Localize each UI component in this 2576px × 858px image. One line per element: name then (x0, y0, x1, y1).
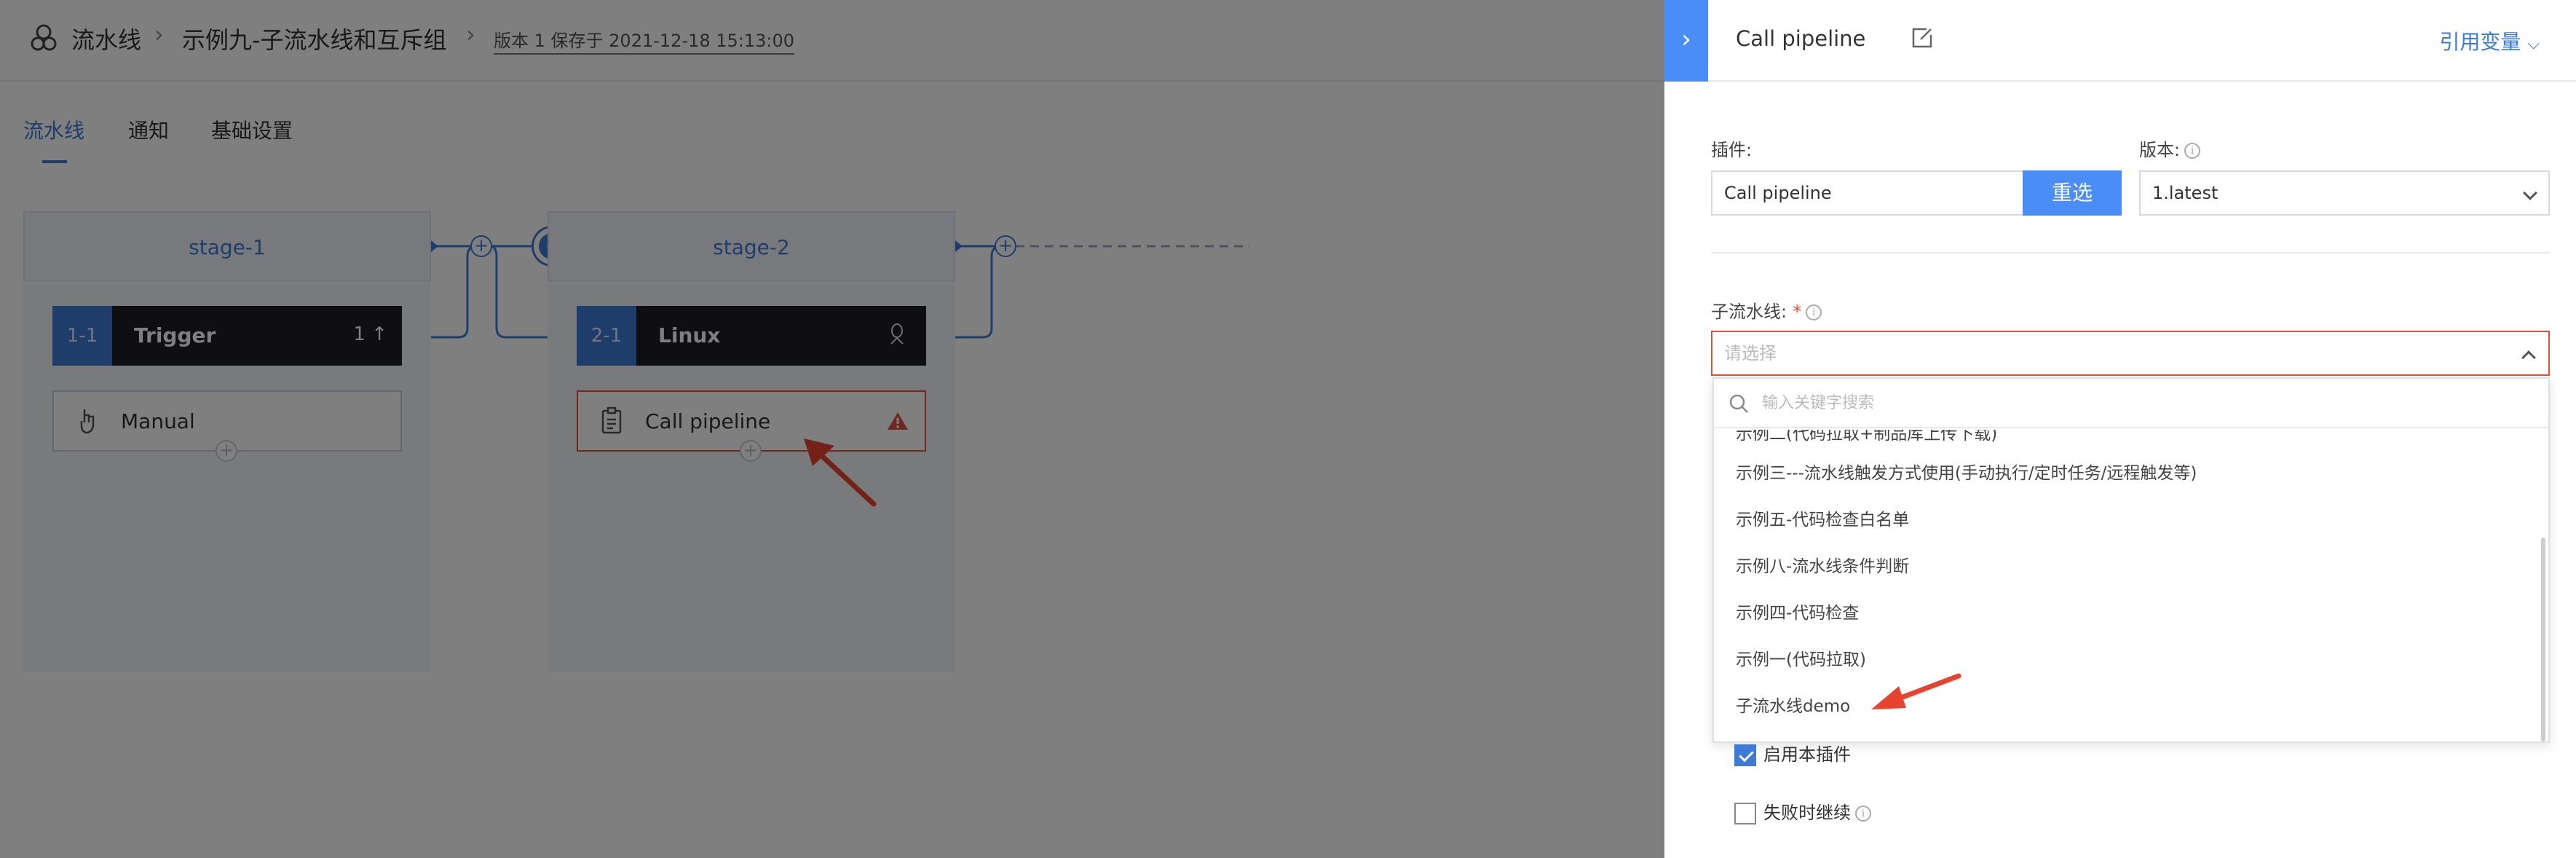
stage-title: stage-2 (713, 235, 790, 259)
info-icon[interactable]: i (1806, 304, 1822, 320)
dropdown-option[interactable]: 示例五-代码检查白名单 (1736, 505, 1909, 530)
tab-basic-settings[interactable]: 基础设置 (211, 115, 293, 144)
collapse-panel-button[interactable]: › (1664, 0, 1708, 82)
pipeline-logo-icon (31, 24, 57, 51)
job-name: Linux (658, 323, 721, 347)
enable-plugin-label: 启用本插件 (1763, 744, 1851, 765)
warning-icon (888, 412, 908, 430)
breadcrumb-version[interactable]: 版本 1 保存于 2021-12-18 15:13:00 (494, 26, 795, 55)
sub-pipeline-select[interactable]: 请选择 (1711, 331, 2550, 376)
tab-pipeline[interactable]: 流水线 (23, 115, 84, 144)
breadcrumb-pipeline[interactable]: 示例九-子流水线和互斥组 (182, 22, 447, 55)
reference-variables-link[interactable]: 引用变量 ⌵ (2439, 26, 2540, 55)
dropdown-option[interactable]: 子流水线demo (1736, 692, 1850, 717)
checkbox-unchecked[interactable] (1734, 803, 1756, 824)
dropdown-option[interactable]: 示例八-流水线条件判断 (1736, 552, 1909, 577)
version-select[interactable]: 1.latest (2139, 170, 2550, 216)
dropdown-option[interactable]: 示例一(代码拉取) (1736, 645, 1866, 670)
breadcrumb-root[interactable]: 流水线 (71, 22, 141, 55)
dropdown-scrollbar[interactable] (2541, 538, 2545, 741)
chevron-down-icon (2523, 186, 2537, 200)
top-bar: 流水线 › 示例九-子流水线和互斥组 › 版本 1 保存于 2021-12-18… (0, 0, 1664, 82)
version-label: 版本: i (2139, 135, 2201, 161)
pipeline-canvas: stage-1 1-1 Trigger 1 ↑ Manual + + stage… (0, 169, 1664, 858)
info-icon[interactable]: i (1855, 806, 1871, 822)
sub-pipeline-placeholder: 请选择 (1724, 343, 1777, 363)
dropdown-option[interactable]: 示例四-代码检查 (1736, 599, 1859, 623)
required-mark: * (1793, 302, 1802, 322)
sub-pipeline-label: 子流水线: * i (1711, 297, 1822, 323)
continue-on-fail-checkbox[interactable]: 失败时继续 i (1734, 798, 1871, 824)
tab-bar: 流水线 通知 基础设置 (0, 82, 1664, 169)
continue-on-fail-label: 失败时继续 (1763, 803, 1851, 823)
stage-title: stage-1 (189, 235, 266, 259)
tab-notify[interactable]: 通知 (128, 115, 169, 144)
checkbox-checked[interactable] (1734, 744, 1756, 766)
job-name: Trigger (134, 323, 216, 347)
add-stage-button[interactable]: + (470, 235, 492, 257)
stage-1[interactable]: stage-1 (23, 211, 431, 281)
job-number: 1-1 (52, 306, 112, 366)
panel-title: Call pipeline (1736, 26, 1866, 51)
clipboard-icon (601, 406, 622, 434)
chevron-right-icon: › (1681, 25, 1691, 54)
search-icon (1729, 394, 1748, 413)
info-icon[interactable]: i (2184, 143, 2201, 159)
annotation-arrow-icon (804, 438, 877, 507)
add-stage-button[interactable]: + (995, 235, 1016, 257)
chevron-down-icon: ⌵ (2527, 35, 2540, 53)
add-task-button[interactable]: + (216, 440, 237, 462)
section-divider (1711, 252, 2550, 253)
dropdown-search (1714, 379, 2548, 428)
active-tab-indicator (42, 160, 67, 163)
linux-icon (890, 323, 904, 345)
enable-plugin-checkbox[interactable]: 启用本插件 (1734, 740, 1851, 766)
hand-pointer-icon (80, 409, 95, 434)
job-2-1[interactable]: 2-1 Linux (577, 306, 926, 366)
chevron-up-icon (2521, 350, 2536, 365)
sub-pipeline-dropdown: 示例二(代码拉取+制品库上传下载) 示例三---流水线触发方式使用(手动执行/定… (1712, 377, 2550, 743)
dropdown-option[interactable]: 示例二(代码拉取+制品库上传下载) (1736, 430, 1997, 444)
dropdown-options: 示例二(代码拉取+制品库上传下载) 示例三---流水线触发方式使用(手动执行/定… (1714, 430, 2548, 741)
panel-header: Call pipeline 引用变量 ⌵ (1708, 0, 2576, 82)
dropdown-search-input[interactable] (1762, 386, 2490, 420)
breadcrumb-separator: › (466, 20, 475, 48)
version-value: 1.latest (2152, 183, 2219, 203)
add-task-button[interactable]: + (740, 440, 762, 462)
edit-icon[interactable] (1911, 26, 1934, 50)
arrow-up-icon: ↑ (371, 323, 387, 345)
plugin-input[interactable]: Call pipeline (1711, 170, 2024, 216)
reselect-button[interactable]: 重选 (2023, 170, 2122, 216)
dropdown-option[interactable]: 示例三---流水线触发方式使用(手动执行/定时任务/远程触发等) (1736, 459, 2197, 484)
plugin-label: 插件: (1711, 140, 1753, 160)
breadcrumb-separator: › (154, 20, 164, 48)
job-1-1[interactable]: 1-1 Trigger 1 ↑ (52, 306, 402, 366)
job-count: 1 ↑ (353, 323, 387, 345)
task-name: Manual (121, 409, 195, 433)
task-name: Call pipeline (645, 409, 771, 433)
stage-2[interactable]: stage-2 (548, 211, 955, 281)
job-number: 2-1 (577, 306, 636, 366)
pipeline-editor: 流水线 › 示例九-子流水线和互斥组 › 版本 1 保存于 2021-12-18… (0, 0, 1664, 858)
annotation-arrow-icon (1871, 673, 1961, 709)
